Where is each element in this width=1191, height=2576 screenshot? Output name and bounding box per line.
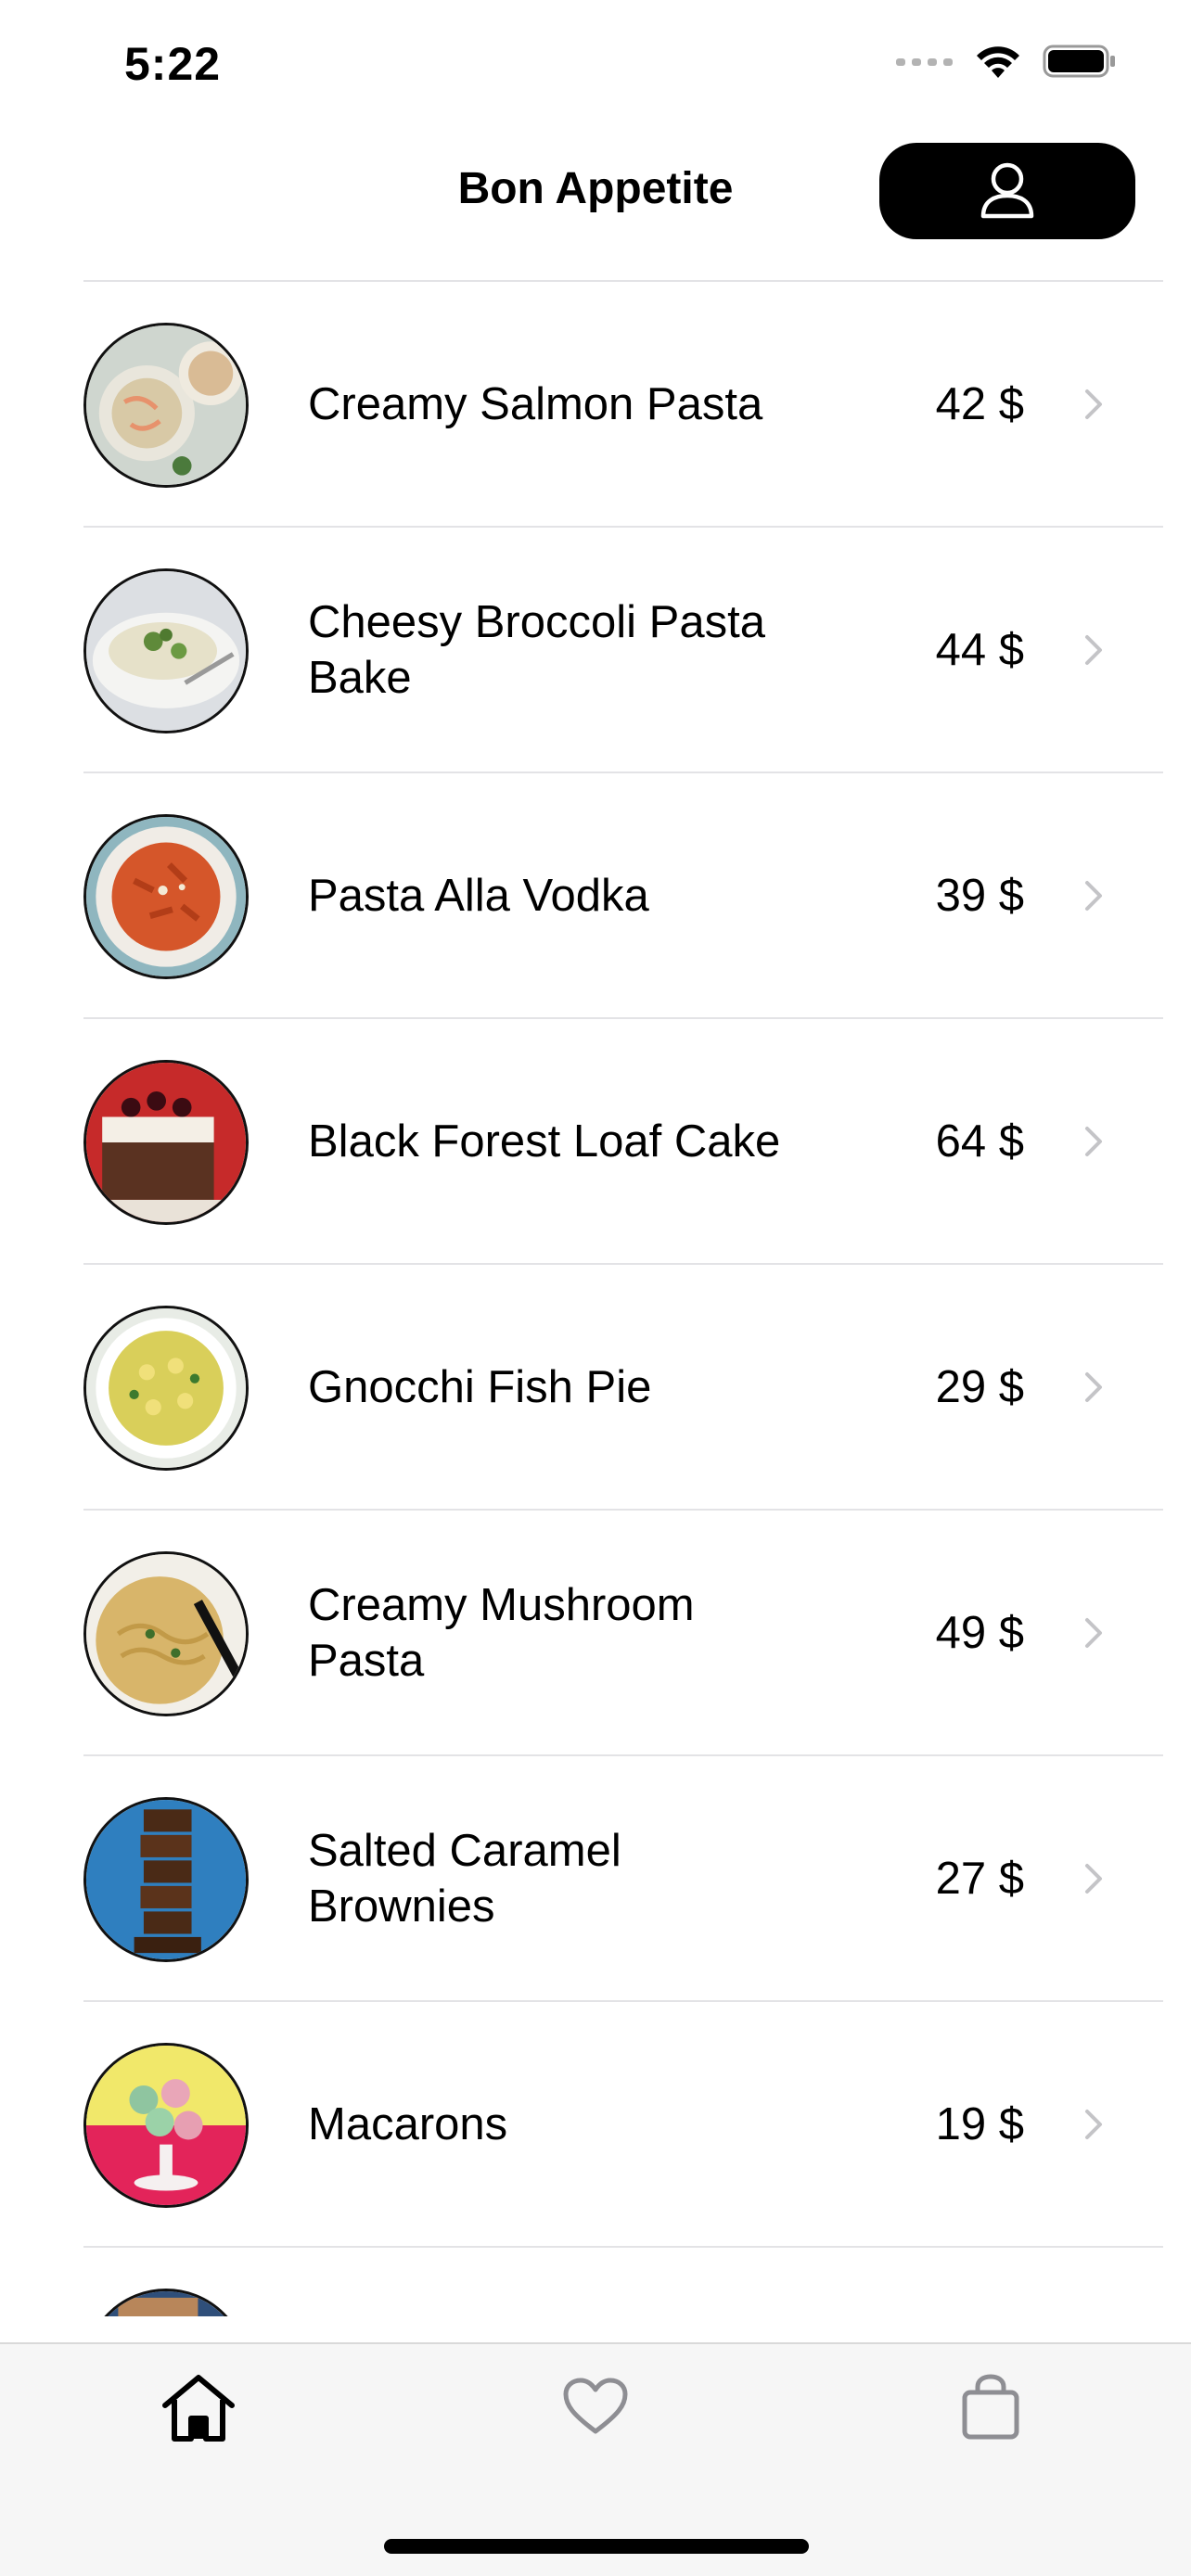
dish-image <box>83 568 249 733</box>
dish-name: Black Forest Loaf Cake <box>308 1116 781 1167</box>
dish-image <box>83 1551 249 1716</box>
profile-button[interactable] <box>879 143 1135 239</box>
dish-image <box>83 814 249 979</box>
page-title-text: Bon Appetite <box>457 164 734 213</box>
menu-item[interactable]: Pasta Alla Vodka 39 $ <box>83 773 1163 1019</box>
dish-image <box>83 1797 249 1962</box>
status-bar: 5:22 <box>0 0 1191 130</box>
dish-image <box>83 1306 249 1471</box>
menu-item[interactable]: Creamy Salmon Pasta 42 $ <box>83 282 1163 528</box>
dish-price: 64 $ <box>935 1116 1024 1167</box>
menu-list[interactable]: Creamy Salmon Pasta 42 $ Cheesy Broccoli… <box>83 280 1163 2316</box>
dish-image <box>83 2043 249 2208</box>
menu-item[interactable]: Gnocchi Fish Pie 29 $ <box>83 1265 1163 1511</box>
heart-icon <box>562 2378 629 2442</box>
dish-price: 44 $ <box>935 624 1024 675</box>
navigation-bar: Bon Appetite <box>0 130 1191 282</box>
home-icon <box>160 2372 237 2447</box>
menu-item[interactable]: Creamy Mushroom Pasta 49 $ <box>83 1511 1163 1756</box>
menu-item[interactable]: Cheesy Broccoli Pasta Bake 44 $ <box>83 528 1163 773</box>
chevron-right-icon <box>1085 880 1102 911</box>
dish-price: 29 $ <box>935 1361 1024 1412</box>
tab-cart[interactable] <box>944 2363 1037 2455</box>
dish-price: 49 $ <box>935 1607 1024 1658</box>
status-icons <box>896 43 1117 84</box>
dish-name: Macarons <box>308 2098 508 2149</box>
dish-image <box>83 2289 249 2316</box>
menu-item[interactable]: Black Forest Loaf Cake 64 $ <box>83 1019 1163 1265</box>
bag-icon <box>961 2373 1020 2445</box>
dish-price: 27 $ <box>935 1853 1024 1904</box>
dish-price: 39 $ <box>935 870 1024 921</box>
menu-item[interactable]: Macarons 19 $ <box>83 2002 1163 2248</box>
chevron-right-icon <box>1085 1371 1102 1402</box>
status-time: 5:22 <box>124 38 222 90</box>
dish-image <box>83 323 249 488</box>
person-icon <box>980 160 1035 223</box>
menu-item-partial[interactable] <box>83 2248 1163 2316</box>
chevron-right-icon <box>1085 1863 1102 1894</box>
battery-icon <box>1043 43 1117 84</box>
dish-name: Creamy Salmon Pasta <box>308 378 763 429</box>
chevron-right-icon <box>1085 1126 1102 1156</box>
dish-image <box>83 1060 249 1225</box>
dish-name: Salted Caramel Brownies <box>308 1825 621 1932</box>
dish-name: Gnocchi Fish Pie <box>308 1361 652 1412</box>
dish-price: 19 $ <box>935 2098 1024 2149</box>
tab-favorites[interactable] <box>549 2363 642 2455</box>
menu-item[interactable]: Salted Caramel Brownies 27 $ <box>83 1756 1163 2002</box>
dish-name: Pasta Alla Vodka <box>308 870 649 921</box>
home-indicator <box>384 2539 809 2554</box>
chevron-right-icon <box>1085 389 1102 419</box>
tab-home[interactable] <box>152 2363 245 2455</box>
signal-icon <box>896 55 954 72</box>
dish-name: Cheesy Broccoli Pasta Bake <box>308 596 765 703</box>
wifi-icon <box>974 43 1022 84</box>
dish-name: Creamy Mushroom Pasta <box>308 1579 695 1686</box>
chevron-right-icon <box>1085 2109 1102 2139</box>
chevron-right-icon <box>1085 1617 1102 1648</box>
dish-price: 42 $ <box>935 378 1024 429</box>
chevron-right-icon <box>1085 634 1102 665</box>
